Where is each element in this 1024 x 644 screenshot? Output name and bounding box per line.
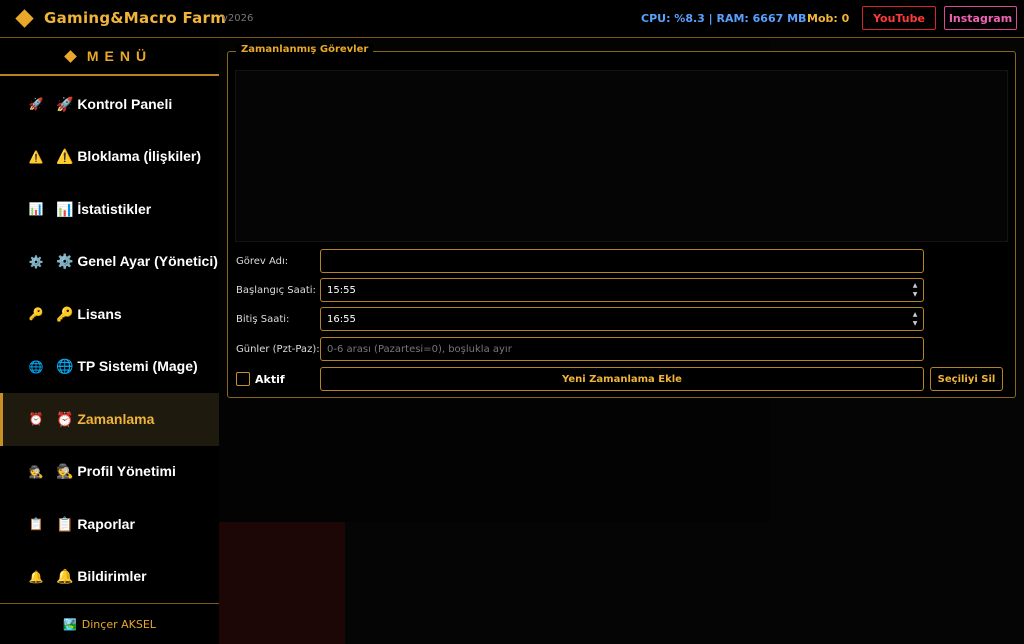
user-footer: 🏞️ Dinçer AKSEL (0, 603, 219, 644)
start-time-label: Başlangıç Saati: (236, 284, 316, 296)
days-row: Günler (Pzt-Paz): 0-6 arası (Pazartesi=0… (236, 337, 1006, 361)
clipboard-icon: 📋 (28, 517, 44, 532)
scheduled-tasks-panel: Zamanlanmış Görevler Görev Adı: Başlangı… (227, 44, 1016, 398)
start-time-row: Başlangıç Saati: 15:55 ▲ ▼ (236, 278, 1006, 302)
mob-counter: Mob: 0 (807, 12, 850, 25)
instagram-button[interactable]: Instagram (944, 6, 1017, 30)
system-usage: CPU: %8.3 | RAM: 6667 MB (641, 12, 807, 25)
chevron-down-icon[interactable]: ▼ (913, 320, 918, 327)
sidebar-item-profil-yonetimi[interactable]: 🕵️ 🕵️ Profil Yönetimi (0, 446, 219, 499)
sidebar-item-genel-ayar[interactable]: ⚙️ ⚙️ Genel Ayar (Yönetici) (0, 236, 219, 289)
end-time-row: Bitiş Saati: 16:55 ▲ ▼ (236, 307, 1006, 331)
delete-selected-button[interactable]: Seçiliyi Sil (930, 367, 1003, 391)
menu-header: MENÜ (0, 38, 219, 76)
end-time-value: 16:55 (327, 313, 356, 325)
background-window (345, 522, 770, 644)
sidebar-item-tp-sistemi[interactable]: 🌐 🌐 TP Sistemi (Mage) (0, 341, 219, 394)
sidebar-item-bloklama[interactable]: ⚠️ ⚠️ Bloklama (İlişkiler) (0, 131, 219, 184)
chevron-up-icon[interactable]: ▲ (913, 311, 918, 318)
key-icon: 🔑 (28, 307, 44, 322)
menu-diamond-icon (64, 50, 77, 63)
sidebar-item-label: 📋 Raporlar (56, 515, 135, 532)
start-time-spinbox[interactable]: 15:55 ▲ ▼ (320, 278, 924, 302)
sidebar-item-lisans[interactable]: 🔑 🔑 Lisans (0, 288, 219, 341)
sidebar-item-istatistikler[interactable]: 📊 📊 İstatistikler (0, 183, 219, 236)
sidebar-item-label: 📊 İstatistikler (56, 200, 152, 217)
sidebar-item-label: 🔔 Bildirimler (56, 568, 147, 585)
task-list[interactable] (235, 70, 1008, 242)
title-bar: Gaming&Macro Farm v2026 CPU: %8.3 | RAM:… (0, 0, 1024, 38)
app-title: Gaming&Macro Farm (44, 9, 227, 27)
task-name-label: Görev Adı: (236, 255, 289, 267)
end-time-label: Bitiş Saati: (236, 313, 290, 325)
sidebar: MENÜ 🚀 🚀 Kontrol Paneli ⚠️ ⚠️ Bloklama (İl… (0, 38, 219, 644)
sidebar-item-kontrol-paneli[interactable]: 🚀 🚀 Kontrol Paneli (0, 78, 219, 131)
active-checkbox[interactable] (236, 372, 250, 386)
detective-icon: 🕵️ (28, 464, 44, 479)
active-toggle[interactable]: Aktif (236, 367, 285, 391)
menu-title: MENÜ (86, 48, 153, 64)
panel-legend: Zamanlanmış Görevler (236, 44, 374, 55)
sidebar-item-raporlar[interactable]: 📋 📋 Raporlar (0, 498, 219, 551)
sidebar-item-label: ⚙️ Genel Ayar (Yönetici) (56, 253, 218, 270)
start-time-value: 15:55 (327, 284, 356, 296)
gear-icon: ⚙️ (28, 254, 44, 269)
sidebar-item-zamanlama[interactable]: ⏰ ⏰ Zamanlama (0, 393, 219, 446)
add-schedule-button[interactable]: Yeni Zamanlama Ekle (320, 367, 924, 391)
end-time-spinbox[interactable]: 16:55 ▲ ▼ (320, 307, 924, 331)
sidebar-item-bildirimler[interactable]: 🔔 🔔 Bildirimler (0, 551, 219, 604)
sidebar-item-label: ⚠️ Bloklama (İlişkiler) (56, 148, 202, 165)
end-time-spinner[interactable]: ▲ ▼ (911, 311, 919, 327)
sidebar-item-label: 🌐 TP Sistemi (Mage) (56, 358, 198, 375)
rocket-icon: 🚀 (28, 97, 44, 112)
app-version: v2026 (222, 13, 254, 24)
bar-chart-icon: 📊 (28, 202, 44, 217)
sidebar-item-label: ⏰ Zamanlama (56, 410, 155, 427)
task-name-input[interactable] (320, 249, 924, 273)
sidebar-item-label: 🔑 Lisans (56, 305, 122, 322)
logo-diamond-icon (15, 9, 34, 28)
sidebar-item-label: 🚀 Kontrol Paneli (56, 95, 173, 112)
sidebar-nav: 🚀 🚀 Kontrol Paneli ⚠️ ⚠️ Bloklama (İlişkil… (0, 78, 219, 603)
youtube-button[interactable]: YouTube (862, 6, 936, 30)
landscape-icon: 🏞️ (63, 617, 77, 631)
bell-icon: 🔔 (28, 569, 44, 584)
alarm-clock-icon: ⏰ (28, 412, 44, 427)
task-name-row: Görev Adı: (236, 249, 1006, 273)
warning-icon: ⚠️ (28, 149, 44, 164)
globe-icon: 🌐 (28, 359, 44, 374)
days-label: Günler (Pzt-Paz): (236, 343, 320, 355)
user-name: Dinçer AKSEL (81, 617, 156, 631)
chevron-down-icon[interactable]: ▼ (913, 291, 918, 298)
days-input[interactable]: 0-6 arası (Pazartesi=0), boşlukla ayır (320, 337, 924, 361)
chevron-up-icon[interactable]: ▲ (913, 282, 918, 289)
sidebar-item-label: 🕵️ Profil Yönetimi (56, 463, 176, 480)
start-time-spinner[interactable]: ▲ ▼ (911, 282, 919, 298)
active-label: Aktif (255, 372, 285, 386)
